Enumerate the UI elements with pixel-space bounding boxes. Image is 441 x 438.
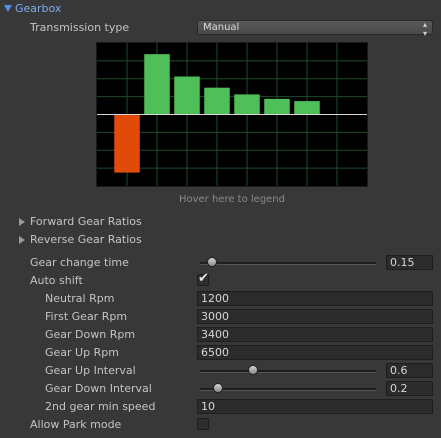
gear-ratio-bar-R[interactable] — [114, 114, 140, 173]
min-speed-row: 2nd gear min speed 10 — [0, 398, 441, 416]
transmission-row: Transmission type Manual ▴ ▾ — [0, 19, 441, 38]
checkmark-icon: ✔ — [198, 271, 209, 286]
neutral-rpm-label: Neutral Rpm — [45, 292, 115, 305]
transmission-type-dropdown[interactable]: Manual ▴ ▾ — [197, 20, 433, 38]
first-gear-rpm-label: First Gear Rpm — [45, 310, 128, 323]
first-gear-rpm-row: First Gear Rpm 3000 — [0, 308, 441, 326]
gear-up-interval-label: Gear Up Interval — [45, 364, 136, 377]
gear-ratio-bar-1[interactable] — [144, 54, 170, 115]
gear-down-interval-label: Gear Down Interval — [45, 382, 152, 395]
allow-park-checkbox[interactable]: ✔ — [197, 418, 209, 430]
gear-down-rpm-row: Gear Down Rpm 3400 — [0, 326, 441, 344]
min-speed-label: 2nd gear min speed — [45, 400, 156, 413]
gearbox-header[interactable]: Gearbox — [0, 0, 441, 18]
gear-up-interval-slider-track[interactable] — [200, 370, 376, 373]
reverse-gear-ratios-label[interactable]: Reverse Gear Ratios — [30, 233, 142, 246]
gear-down-interval-row: Gear Down Interval 0.2 — [0, 380, 441, 398]
auto-shift-row: Auto shift ✔ — [0, 271, 441, 290]
collapsed-triangle-icon[interactable] — [19, 236, 25, 244]
allow-park-row: Allow Park mode ✔ — [0, 416, 441, 434]
gear-up-interval-field[interactable]: 0.6 — [386, 363, 433, 378]
transmission-type-label: Transmission type — [30, 21, 130, 34]
auto-shift-label: Auto shift — [30, 274, 83, 287]
gear-up-rpm-field[interactable]: 6500 — [197, 345, 433, 360]
gear-change-time-row: Gear change time 0.15 — [0, 254, 441, 272]
expanded-triangle-icon[interactable] — [4, 5, 12, 12]
forward-gear-ratios-label[interactable]: Forward Gear Ratios — [30, 215, 142, 228]
gear-down-rpm-label: Gear Down Rpm — [45, 328, 136, 341]
neutral-rpm-row: Neutral Rpm 1200 — [0, 290, 441, 308]
gear-down-interval-slider-thumb[interactable] — [212, 383, 223, 393]
gear-down-interval-field[interactable]: 0.2 — [386, 381, 433, 396]
gear-change-time-slider-track[interactable] — [200, 262, 376, 265]
collapsed-triangle-icon[interactable] — [19, 218, 25, 226]
gear-ratio-bar-4[interactable] — [234, 94, 260, 115]
gear-up-rpm-label: Gear Up Rpm — [45, 346, 119, 359]
first-gear-rpm-field[interactable]: 3000 — [197, 309, 433, 324]
gearbox-title: Gearbox — [15, 2, 62, 15]
gear-change-time-label: Gear change time — [30, 256, 129, 269]
transmission-type-value: Manual — [203, 22, 240, 33]
gear-down-rpm-field[interactable]: 3400 — [197, 327, 433, 342]
gear-up-rpm-row: Gear Up Rpm 6500 — [0, 344, 441, 362]
gear-ratio-bar-5[interactable] — [264, 98, 290, 115]
hover-legend-hint[interactable]: Hover here to legend — [96, 194, 368, 205]
gear-change-time-slider-thumb[interactable] — [207, 257, 218, 267]
allow-park-label: Allow Park mode — [30, 418, 122, 431]
gear-ratio-bar-2[interactable] — [174, 76, 200, 115]
reverse-gear-ratios-foldout[interactable]: Reverse Gear Ratios — [0, 231, 441, 249]
gear-up-interval-row: Gear Up Interval 0.6 — [0, 362, 441, 380]
auto-shift-checkbox[interactable]: ✔ — [197, 271, 209, 286]
gear-change-time-field[interactable]: 0.15 — [386, 255, 433, 270]
forward-gear-ratios-foldout[interactable]: Forward Gear Ratios — [0, 213, 441, 231]
min-speed-field[interactable]: 10 — [197, 399, 433, 414]
gear-down-interval-slider-track[interactable] — [200, 388, 376, 391]
gear-ratio-chart-svg — [97, 43, 367, 186]
neutral-rpm-field[interactable]: 1200 — [197, 291, 433, 306]
gear-ratio-bar-6[interactable] — [294, 101, 320, 115]
up-down-caret-icon: ▴ ▾ — [422, 20, 427, 38]
gear-up-interval-slider-thumb[interactable] — [247, 365, 258, 375]
gear-ratio-bar-3[interactable] — [204, 87, 230, 115]
gear-ratio-chart — [96, 42, 368, 187]
